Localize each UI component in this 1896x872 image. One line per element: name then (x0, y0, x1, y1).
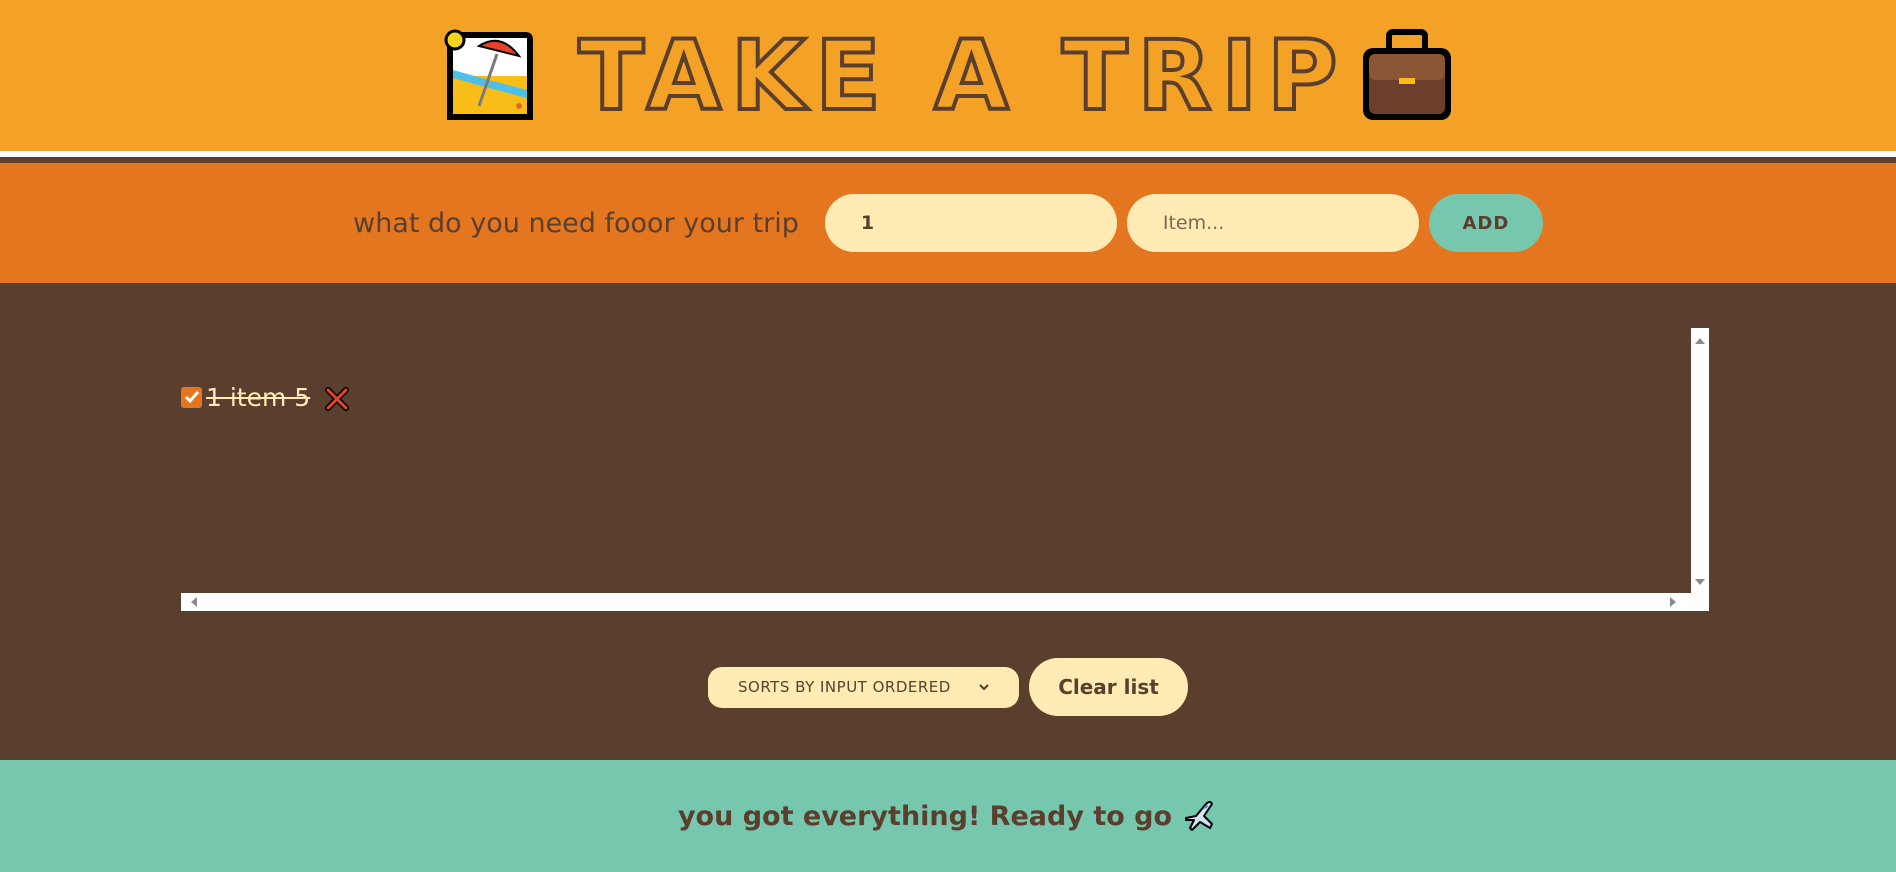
sort-selected-value: SORTS BY INPUT ORDERED (738, 678, 951, 696)
packed-checkbox[interactable] (181, 386, 202, 408)
page-title: TAKE A TRIP (577, 19, 1348, 132)
form-prompt: what do you need fooor your trip (353, 207, 799, 239)
status-footer: you got everything! Ready to go (0, 760, 1896, 872)
app-header: TAKE A TRIP (0, 0, 1896, 157)
item-input[interactable] (1126, 194, 1419, 252)
briefcase-icon (1363, 28, 1452, 120)
airplane-icon (1185, 801, 1214, 831)
quantity-input[interactable] (824, 194, 1117, 252)
chevron-down-icon (979, 684, 989, 691)
scroll-left-icon[interactable] (191, 597, 197, 607)
list-actions: SORTS BY INPUT ORDERED Clear list (0, 657, 1896, 717)
clear-list-button[interactable]: Clear list (1029, 658, 1188, 716)
scroll-up-icon[interactable] (1695, 338, 1705, 344)
status-message: you got everything! Ready to go (677, 800, 1173, 832)
scroll-down-icon[interactable] (1695, 579, 1705, 585)
list-item: 1 item 5 (181, 382, 350, 412)
horizontal-scrollbar[interactable] (181, 593, 1709, 611)
checkmark-icon (184, 391, 199, 404)
add-button[interactable]: ADD (1428, 194, 1543, 252)
packing-list[interactable]: 1 item 5 (181, 328, 1709, 611)
header-inner: TAKE A TRIP (439, 26, 1458, 126)
cross-mark-icon[interactable] (324, 386, 350, 412)
sort-select[interactable]: SORTS BY INPUT ORDERED (708, 666, 1019, 708)
beach-umbrella-icon (444, 29, 533, 120)
vertical-scrollbar[interactable] (1691, 328, 1709, 593)
add-item-form: what do you need fooor your trip ADD (0, 163, 1896, 283)
scroll-right-icon[interactable] (1670, 597, 1676, 607)
item-label: 1 item 5 (206, 382, 311, 412)
